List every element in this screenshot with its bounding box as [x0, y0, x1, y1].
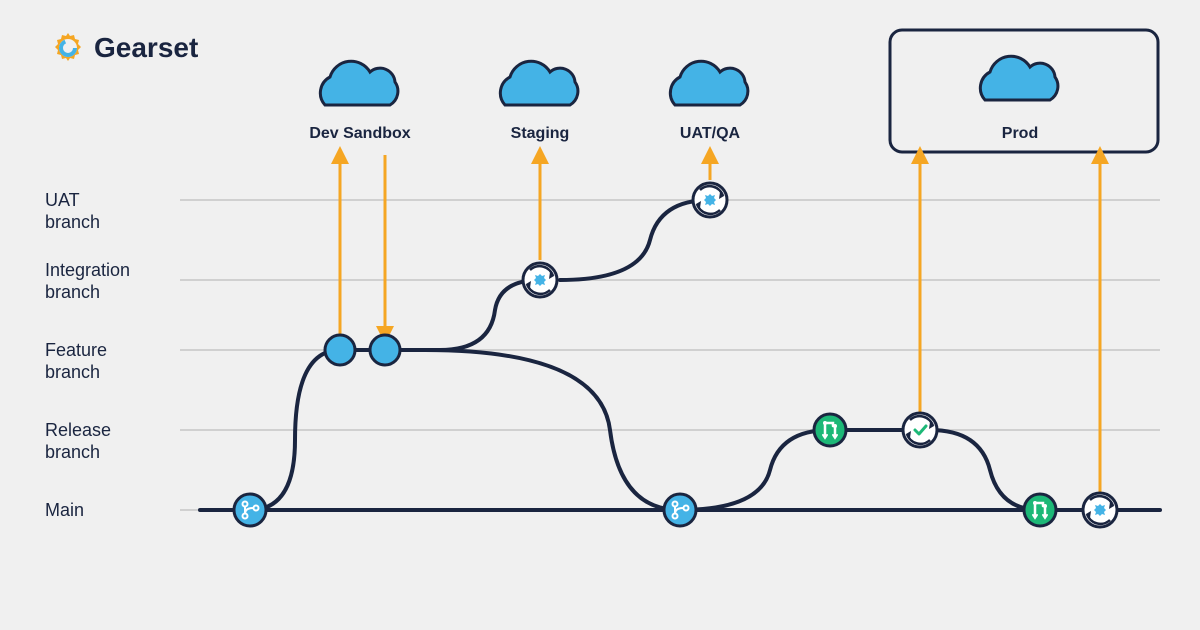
ci-node-icon — [693, 183, 727, 217]
cloud-icon — [980, 56, 1058, 100]
branch-node-icon — [664, 494, 696, 526]
check-node-icon — [903, 413, 937, 447]
pipeline-diagram — [0, 0, 1200, 630]
pr-node-icon — [814, 414, 846, 446]
pr-node-icon — [1024, 494, 1056, 526]
branch-node-icon — [234, 494, 266, 526]
nodes — [234, 183, 1117, 527]
cloud-icon — [500, 61, 578, 105]
ci-node-icon — [1083, 493, 1117, 527]
ci-node-icon — [523, 263, 557, 297]
cloud-icon — [320, 61, 398, 105]
cloud-icon — [670, 61, 748, 105]
commit-node — [370, 335, 400, 365]
commit-node — [325, 335, 355, 365]
